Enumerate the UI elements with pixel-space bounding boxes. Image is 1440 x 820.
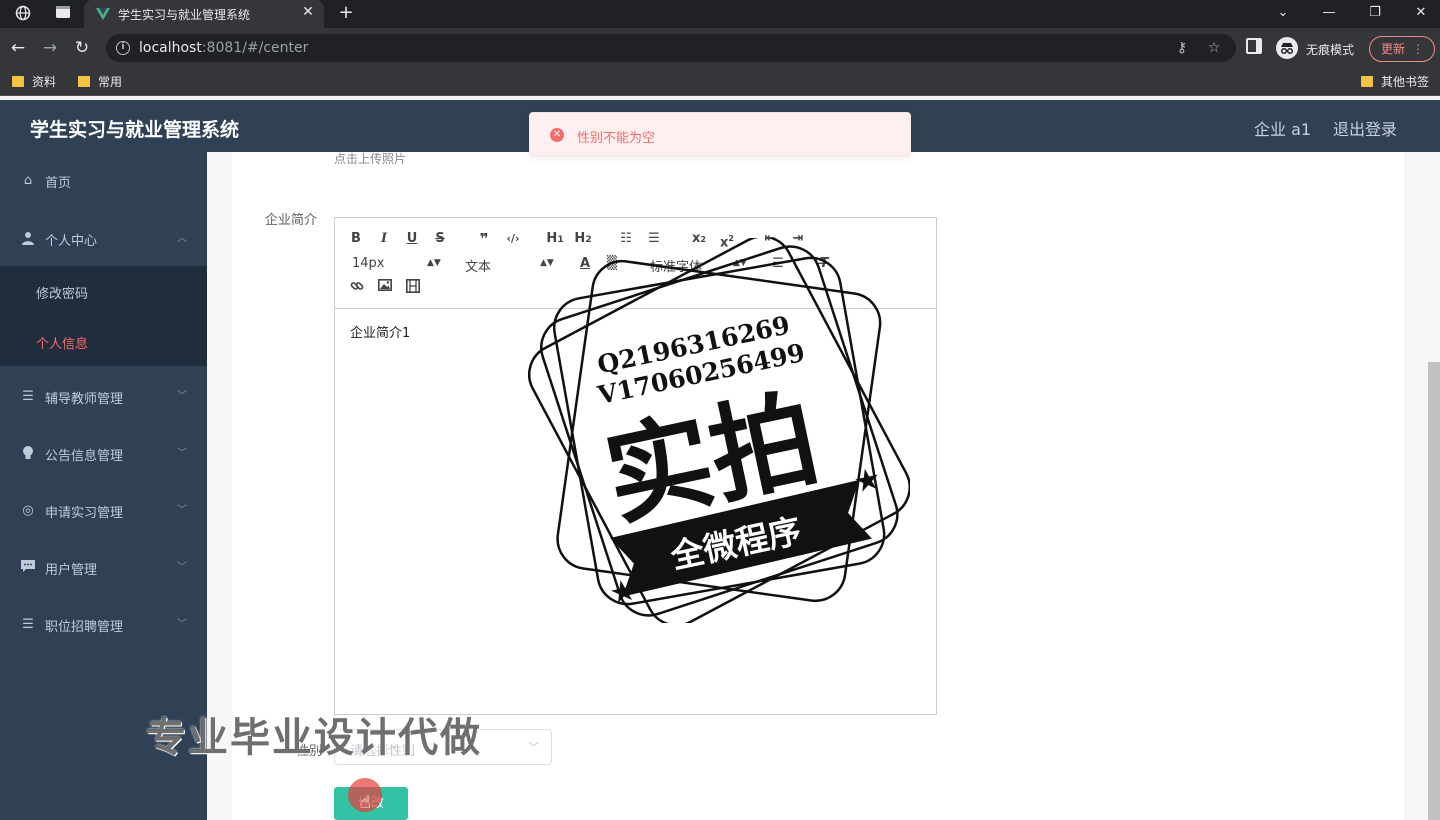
italic-icon[interactable]: I xyxy=(377,230,391,248)
sidebar-item-personal-center[interactable]: 个人中心 ︿ xyxy=(0,213,207,263)
hand-cursor-icon: ☝ xyxy=(360,792,371,813)
font-size-caret-icon: ▲▼ xyxy=(427,258,441,268)
key-icon[interactable]: ⚷ xyxy=(1173,39,1191,57)
tab-close-icon[interactable]: ✕ xyxy=(300,4,316,20)
sidebar-item-label: 职位招聘管理 xyxy=(45,620,124,635)
update-button[interactable]: 更新 ⋮ xyxy=(1369,36,1435,62)
current-user: 企业 a1 xyxy=(1254,120,1312,139)
tab-search-icon[interactable] xyxy=(54,5,72,23)
minimize-button[interactable]: — xyxy=(1314,3,1344,23)
chevron-down-icon: ﹀ xyxy=(177,562,187,573)
tab-title: 学生实习与就业管理系统 xyxy=(118,8,251,22)
font-size-picker[interactable]: 14px xyxy=(352,256,385,271)
toast-message: 性别不能为空 xyxy=(577,131,656,146)
bold-icon[interactable]: B xyxy=(349,230,363,248)
block-format-picker[interactable]: 文本 xyxy=(465,256,491,275)
submenu-item-label: 个人信息 xyxy=(36,337,89,352)
chevron-down-icon: ﹀ xyxy=(177,505,187,516)
video-icon[interactable] xyxy=(405,279,421,297)
sidebar-item-job-recruitment[interactable]: ☰ 职位招聘管理 ﹀ xyxy=(0,599,207,649)
watermark-stamp: Q2196316269 V17060256499 实拍 全微程序 ★ ★ xyxy=(528,238,910,623)
submenu-item-change-password[interactable]: 修改密码 xyxy=(0,266,207,316)
browser-address-bar: ← → ↻ i localhost:8081/#/center ⚷ ☆ xyxy=(0,28,1440,68)
back-arrow-icon[interactable]: ← xyxy=(8,38,28,58)
submenu-item-label: 修改密码 xyxy=(36,287,89,302)
chevron-down-icon: ﹀ xyxy=(528,741,539,754)
watermark-caption: 专业毕业设计代做 xyxy=(146,715,482,761)
target-icon: ◎ xyxy=(22,503,34,518)
list-icon: ☰ xyxy=(22,389,34,404)
error-circle-icon: ✕ xyxy=(550,128,564,142)
sidebar-item-internship-application[interactable]: ◎ 申请实习管理 ﹀ xyxy=(0,485,207,535)
browser-tab-active[interactable]: 学生实习与就业管理系统 ✕ xyxy=(84,0,324,28)
sidebar-item-label: 申请实习管理 xyxy=(45,506,124,521)
link-icon[interactable] xyxy=(349,279,365,297)
globe-icon[interactable] xyxy=(14,5,32,23)
star-icon: ★ xyxy=(850,461,884,501)
error-toast: ✕ 性别不能为空 xyxy=(529,112,911,156)
submenu-item-personal-info[interactable]: 个人信息 xyxy=(0,316,207,366)
chevron-down-icon: ﹀ xyxy=(177,448,187,459)
underline-icon[interactable]: U xyxy=(405,230,419,248)
tab-list-chevron-icon[interactable]: ⌄ xyxy=(1268,3,1298,23)
sidebar-item-label: 用户管理 xyxy=(45,563,98,578)
intro-label: 企业简介 xyxy=(265,213,318,228)
star-icon[interactable]: ☆ xyxy=(1205,39,1223,57)
incognito-icon[interactable] xyxy=(1276,37,1298,59)
bulb-icon xyxy=(20,446,36,462)
sidebar-item-label: 辅导教师管理 xyxy=(45,392,124,407)
sidebar-item-label: 首页 xyxy=(45,176,72,191)
close-window-button[interactable]: ✕ xyxy=(1406,3,1436,23)
chevron-up-icon: ︿ xyxy=(177,233,187,244)
message-icon xyxy=(20,560,36,576)
strike-icon[interactable]: S xyxy=(433,230,447,248)
sidebar-item-tutor-management[interactable]: ☰ 辅导教师管理 ﹀ xyxy=(0,371,207,421)
browser-tab-bar: 学生实习与就业管理系统 ✕ + ⌄ — ❐ ✕ xyxy=(0,0,1440,28)
url-text: localhost:8081/#/center xyxy=(139,40,309,56)
sidebar-item-user-management[interactable]: 用户管理 ﹀ xyxy=(0,542,207,592)
sidebar-item-label: 个人中心 xyxy=(45,234,98,249)
forward-arrow-icon[interactable]: → xyxy=(40,38,60,58)
upload-tip: 点击上传照片 xyxy=(334,152,407,166)
vue-logo-icon xyxy=(96,8,110,20)
restore-button[interactable]: ❐ xyxy=(1360,3,1390,23)
incognito-label: 无痕模式 xyxy=(1306,43,1355,57)
reload-icon[interactable]: ↻ xyxy=(72,38,92,58)
code-block-icon[interactable]: ‹/› xyxy=(503,230,523,248)
chevron-down-icon: ﹀ xyxy=(177,619,187,630)
page-scrollbar[interactable] xyxy=(1428,362,1440,820)
sidebar-item-notice-management[interactable]: 公告信息管理 ﹀ xyxy=(0,428,207,478)
sidebar-item-label: 公告信息管理 xyxy=(45,449,124,464)
more-vert-icon: ⋮ xyxy=(1412,42,1424,56)
side-panel-icon[interactable] xyxy=(1246,38,1262,54)
home-icon: ⌂ xyxy=(23,173,33,188)
list-icon: ☰ xyxy=(22,617,34,632)
new-tab-button[interactable]: + xyxy=(336,3,356,23)
editor-content[interactable]: 企业简介1 xyxy=(350,322,410,341)
logout-link[interactable]: 退出登录 xyxy=(1333,116,1397,140)
bookmarks-bar: 资料 常用 其他书签 xyxy=(0,68,1440,96)
site-info-icon[interactable]: i xyxy=(116,41,130,55)
app-title: 学生实习与就业管理系统 xyxy=(30,119,240,141)
sidebar-item-home[interactable]: ⌂ 首页 xyxy=(0,155,207,205)
bookmark-folder-1[interactable]: 资料 xyxy=(12,74,56,90)
user-icon xyxy=(20,231,36,247)
chevron-down-icon: ﹀ xyxy=(177,391,187,402)
url-omnibox[interactable]: i localhost:8081/#/center ⚷ ☆ xyxy=(106,34,1236,62)
bookmark-folder-2[interactable]: 常用 xyxy=(78,74,122,90)
image-icon[interactable] xyxy=(377,279,393,297)
blockquote-icon[interactable]: ❞ xyxy=(475,230,493,248)
other-bookmarks[interactable]: 其他书签 xyxy=(1361,74,1429,90)
